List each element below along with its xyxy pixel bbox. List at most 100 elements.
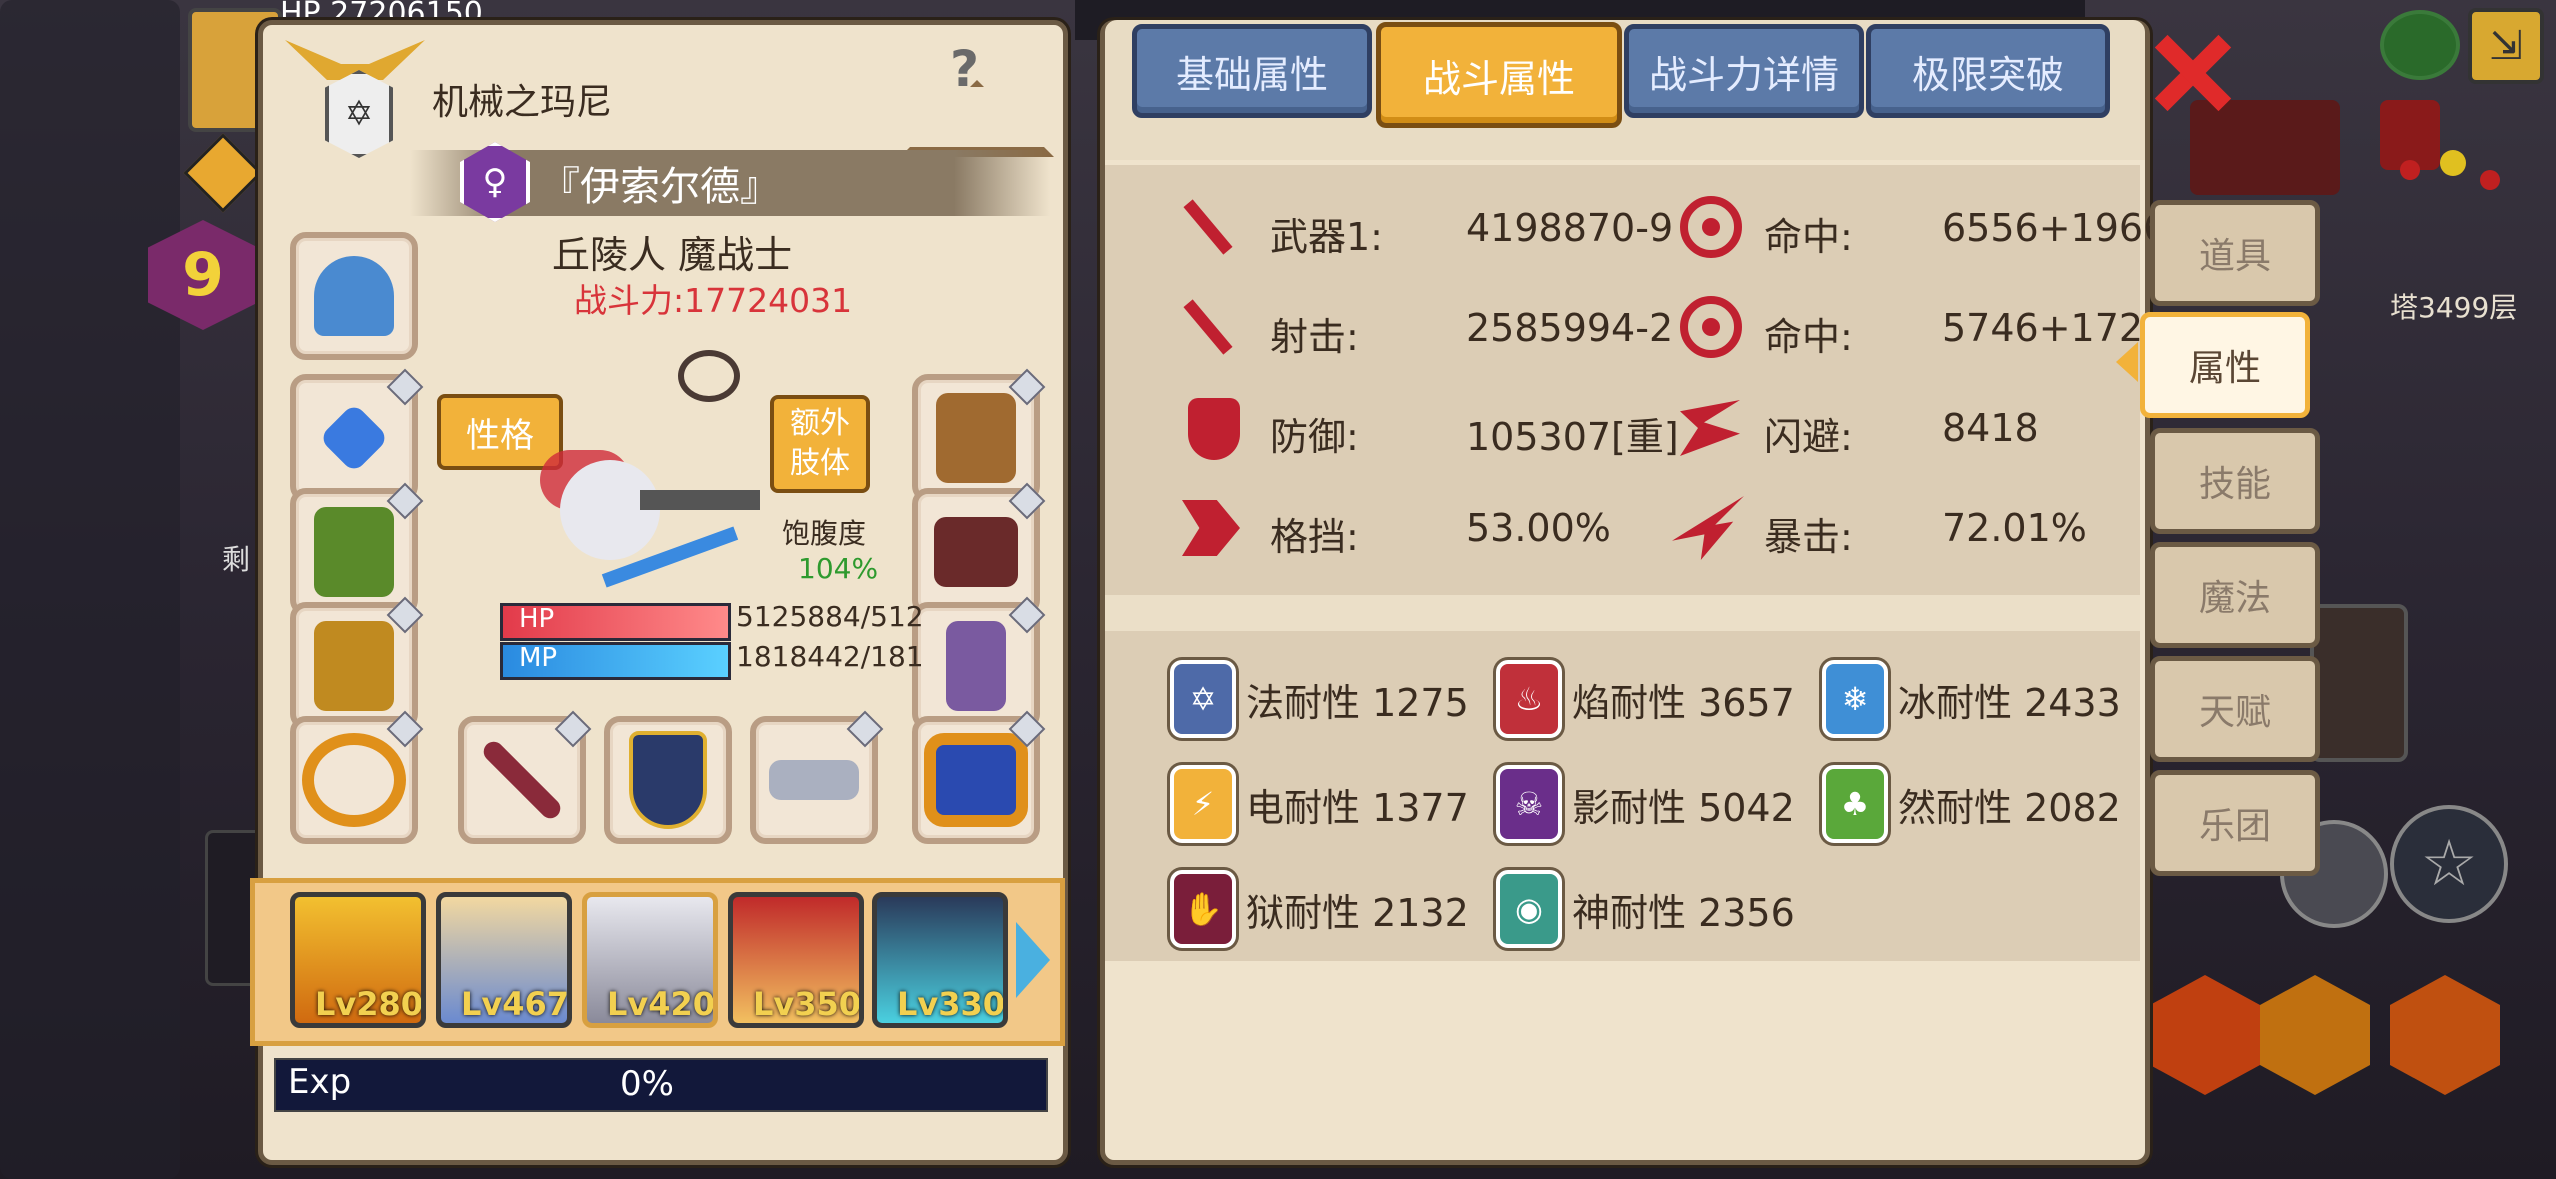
stat-hit2-label: 命中: bbox=[1764, 315, 1853, 359]
stat-shooting-label: 射击: bbox=[1270, 315, 1359, 359]
helmet-slot[interactable] bbox=[290, 232, 418, 360]
satiety-label: 饱腹度 bbox=[782, 517, 867, 550]
side-menu-magic[interactable]: 魔法 bbox=[2150, 542, 2320, 648]
side-menu-attributes[interactable]: 属性 bbox=[2140, 312, 2310, 418]
stat-defense-value: 105307[重] bbox=[1466, 415, 1679, 459]
expand-icon: ⇲ bbox=[2489, 23, 2523, 69]
stat-crit-value: 72.01% bbox=[1942, 506, 2087, 550]
side-menu-items[interactable]: 道具 bbox=[2150, 200, 2320, 306]
side-menu-label: 道具 bbox=[2198, 236, 2271, 277]
stat-block-value: 53.00% bbox=[1466, 506, 1611, 550]
resist-divine: ◉ 神耐性 2356 bbox=[1496, 870, 1795, 948]
armor-slot[interactable] bbox=[290, 596, 424, 730]
stat-defense-label: 防御: bbox=[1270, 415, 1359, 459]
shield-slot[interactable] bbox=[604, 716, 732, 844]
cloak-icon bbox=[314, 507, 394, 597]
resist-label: 神耐性 2356 bbox=[1572, 890, 1795, 935]
stat-weapon1-label: 武器1: bbox=[1270, 215, 1383, 259]
tab-basic-attributes[interactable]: 基础属性 bbox=[1132, 24, 1372, 118]
party-next-arrow-icon[interactable] bbox=[1016, 922, 1050, 998]
left-background bbox=[0, 0, 180, 1179]
party-member-3[interactable]: Lv420 bbox=[582, 892, 718, 1028]
mp-label: MP bbox=[519, 643, 558, 673]
tower-floor-text: 塔3499层 bbox=[2390, 291, 2518, 324]
fire-icon: ♨ bbox=[1496, 660, 1562, 738]
mp-bar: MP bbox=[500, 642, 731, 680]
party-member-2[interactable]: Lv467 bbox=[436, 892, 572, 1028]
resist-label: 电耐性 1377 bbox=[1246, 785, 1469, 830]
party-member-4[interactable]: Lv350 bbox=[728, 892, 864, 1028]
hp-bar: HP bbox=[500, 603, 731, 641]
close-button[interactable] bbox=[2148, 28, 2238, 118]
star-icon: ✡ bbox=[1170, 660, 1236, 738]
star-icon: ☆ bbox=[2420, 827, 2478, 901]
party-member-5[interactable]: Lv330 bbox=[872, 892, 1008, 1028]
expand-button[interactable]: ⇲ bbox=[2468, 8, 2544, 84]
side-menu-label: 属性 bbox=[2188, 348, 2261, 389]
amulet-slot[interactable] bbox=[290, 368, 424, 502]
party-level: Lv350 bbox=[753, 985, 862, 1023]
exp-value: 0% bbox=[620, 1064, 674, 1104]
ring-icon bbox=[302, 733, 406, 827]
resist-fire: ♨ 焰耐性 3657 bbox=[1496, 660, 1795, 738]
stat-hit1-label: 命中: bbox=[1764, 215, 1853, 259]
globe-icon[interactable] bbox=[2380, 10, 2460, 80]
hp-label: HP bbox=[519, 604, 555, 634]
boots-icon bbox=[946, 621, 1006, 711]
tab-limit-break[interactable]: 极限突破 bbox=[1866, 24, 2110, 118]
claw-icon: ✋ bbox=[1170, 870, 1236, 948]
bg-weapon-slot bbox=[2310, 604, 2408, 762]
satiety-value: 104% bbox=[798, 552, 879, 585]
party-member-1[interactable]: Lv280 bbox=[290, 892, 426, 1028]
ring-slot-1[interactable] bbox=[290, 710, 424, 844]
combat-power: 战斗力:17724031 bbox=[574, 281, 853, 320]
necklace-icon bbox=[678, 350, 740, 402]
weapon-stat-icon bbox=[1178, 196, 1238, 256]
resist-ice: ❄ 冰耐性 2433 bbox=[1822, 660, 2121, 738]
side-menu-label: 乐团 bbox=[2198, 806, 2271, 847]
stat-block-label: 格挡: bbox=[1270, 515, 1359, 559]
target-icon bbox=[1680, 196, 1742, 258]
cloak-slot[interactable] bbox=[290, 482, 424, 616]
side-menu-pointer-icon bbox=[2116, 342, 2138, 382]
resist-shadow: ☠ 影耐性 5042 bbox=[1496, 765, 1795, 843]
resist-label: 冰耐性 2433 bbox=[1898, 680, 2121, 725]
character-sprite bbox=[520, 430, 760, 620]
star-button[interactable]: ☆ bbox=[2390, 805, 2508, 923]
resist-label: 然耐性 2082 bbox=[1898, 785, 2121, 830]
resist-label: 影耐性 5042 bbox=[1572, 785, 1795, 830]
side-menu-label: 天赋 bbox=[2198, 692, 2271, 733]
gauntlet-slot[interactable] bbox=[912, 368, 1046, 502]
character-title: 机械之玛尼 bbox=[432, 82, 613, 123]
tab-combat-attributes[interactable]: 战斗属性 bbox=[1376, 22, 1622, 128]
tab-label: 极限突破 bbox=[1911, 52, 2064, 97]
boots-slot[interactable] bbox=[912, 596, 1046, 730]
character-name: 『伊索尔德』 bbox=[540, 164, 780, 210]
side-menu-skills[interactable]: 技能 bbox=[2150, 428, 2320, 534]
tab-power-details[interactable]: 战斗力详情 bbox=[1624, 24, 1864, 118]
side-menu-talent[interactable]: 天赋 bbox=[2150, 656, 2320, 762]
party-level: Lv280 bbox=[315, 985, 424, 1023]
snowflake-icon: ❄ bbox=[1822, 660, 1888, 738]
character-race-class: 丘陵人 魔战士 bbox=[552, 233, 793, 277]
weapon-slot[interactable] bbox=[458, 710, 592, 844]
armor-icon bbox=[314, 621, 394, 711]
side-menu-band[interactable]: 乐团 bbox=[2150, 770, 2320, 876]
exp-label: Exp bbox=[288, 1062, 352, 1102]
helmet-icon bbox=[314, 256, 394, 336]
tab-label: 基础属性 bbox=[1175, 52, 1328, 97]
extra-limb-button[interactable]: 额外肢体 bbox=[770, 395, 870, 493]
belt-icon bbox=[934, 517, 1018, 587]
belt-slot[interactable] bbox=[912, 482, 1046, 616]
sword-icon bbox=[479, 737, 565, 823]
eye-icon: ◉ bbox=[1496, 870, 1562, 948]
ring-slot-2[interactable] bbox=[912, 710, 1046, 844]
gun-slot[interactable] bbox=[750, 710, 884, 844]
resist-label: 法耐性 1275 bbox=[1246, 680, 1469, 725]
tab-label: 战斗属性 bbox=[1422, 56, 1575, 101]
left-edge-text: 剩 bbox=[222, 543, 251, 576]
party-level: Lv467 bbox=[461, 985, 570, 1023]
resist-hell: ✋ 狱耐性 2132 bbox=[1170, 870, 1469, 948]
hanger-icon[interactable]: ? bbox=[900, 40, 1054, 157]
stat-dodge-label: 闪避: bbox=[1764, 415, 1853, 459]
